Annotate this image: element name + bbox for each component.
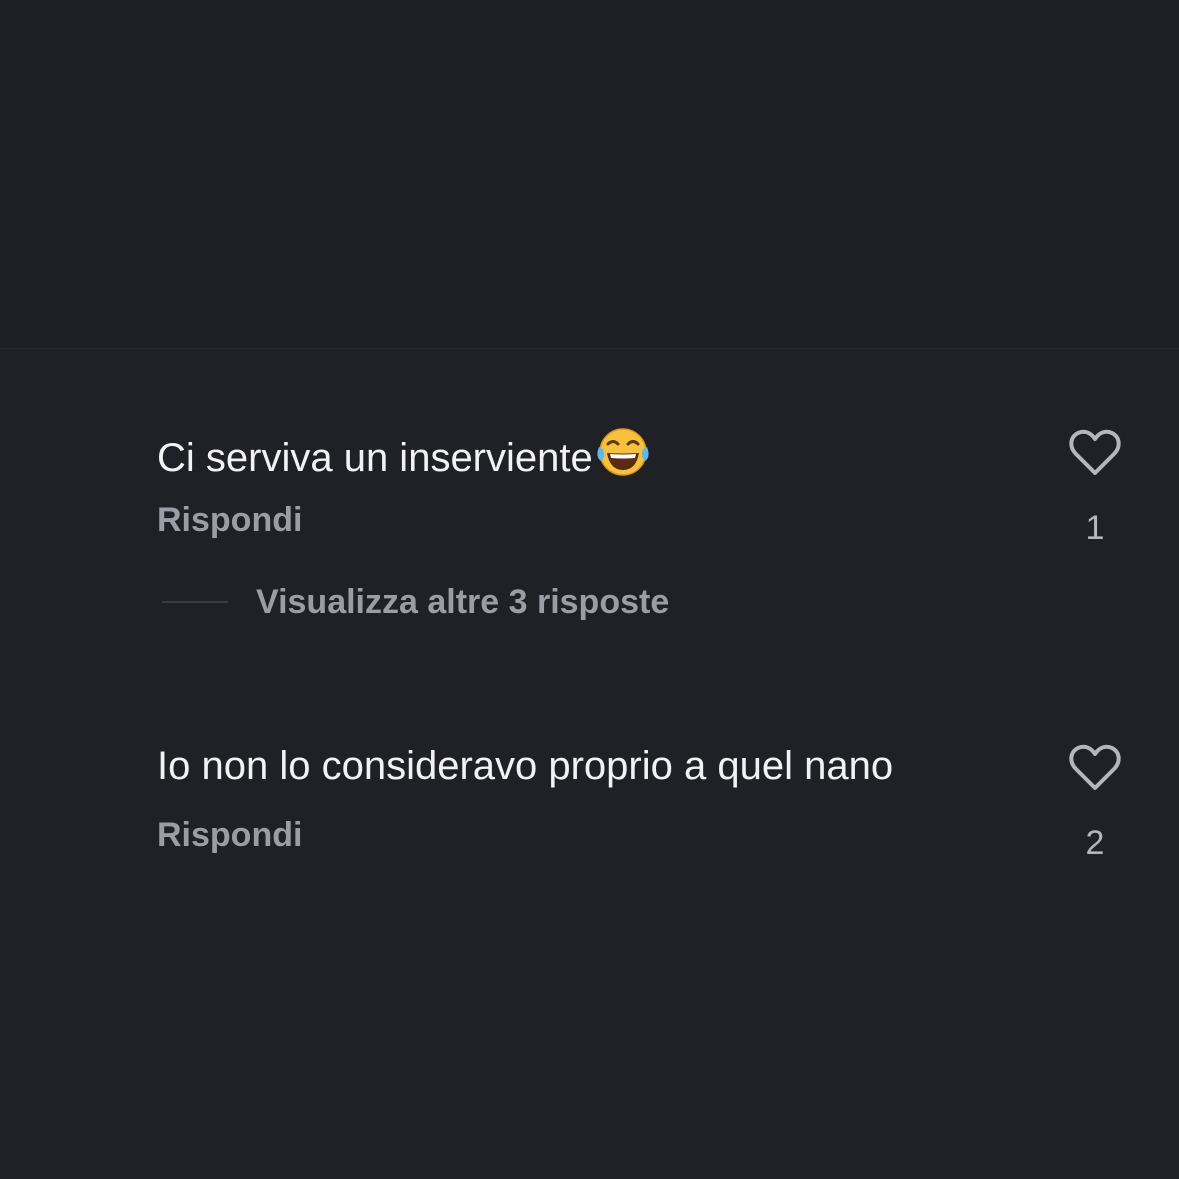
replies-line xyxy=(162,601,228,603)
comment-text: Ci serviva un inserviente xyxy=(157,427,651,488)
heart-icon xyxy=(1069,429,1121,475)
reply-button[interactable]: Rispondi xyxy=(157,815,302,855)
like-count: 1 xyxy=(1085,509,1105,547)
divider xyxy=(0,348,1179,349)
heart-icon xyxy=(1069,744,1121,790)
comment-text-content: Ci serviva un inserviente xyxy=(157,436,593,480)
like-count: 2 xyxy=(1085,824,1105,862)
face-with-tears-of-joy-icon xyxy=(595,427,651,488)
view-more-replies-label: Visualizza altre 3 risposte xyxy=(256,583,670,621)
like-button[interactable] xyxy=(1068,744,1122,792)
avatar[interactable] xyxy=(34,714,138,818)
reply-button[interactable]: Rispondi xyxy=(157,500,302,540)
avatar[interactable] xyxy=(34,400,138,504)
top-area xyxy=(0,0,1179,348)
comment-text: Io non lo consideravo proprio a quel nan… xyxy=(157,744,894,788)
comments-screen: Ci serviva un inserviente Rispondi 1 Vis… xyxy=(0,0,1179,1179)
like-button[interactable] xyxy=(1068,429,1122,477)
view-more-replies-button[interactable]: Visualizza altre 3 risposte xyxy=(162,580,669,624)
